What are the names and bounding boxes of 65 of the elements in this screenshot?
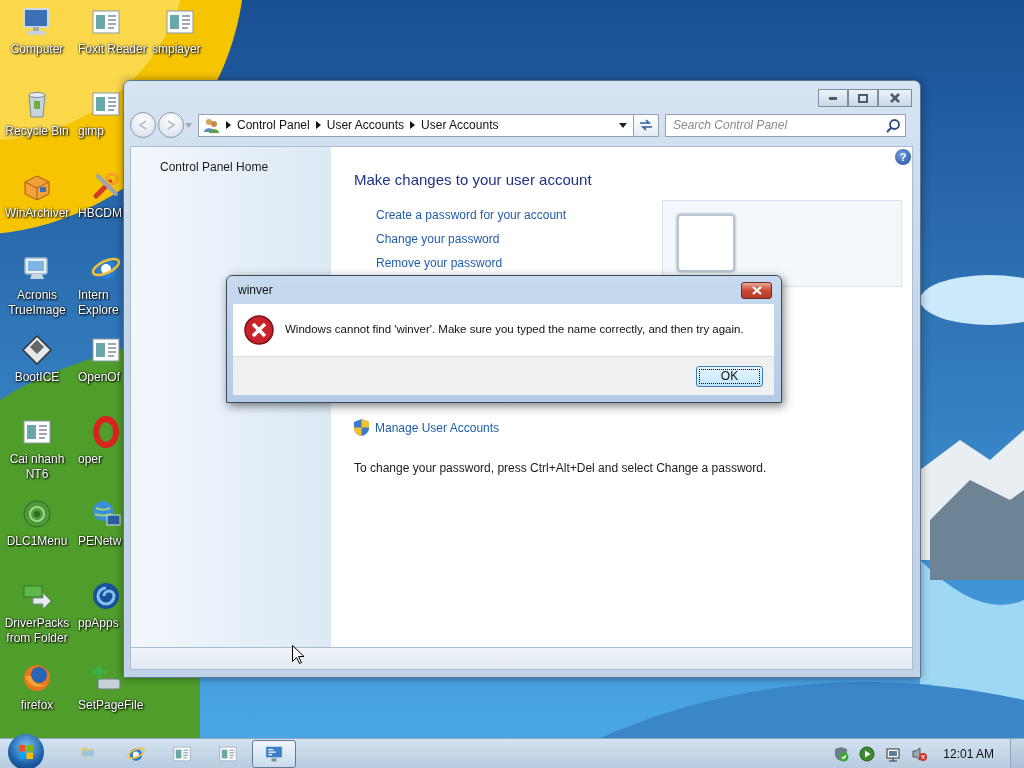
desktop-shortcut[interactable]: firefox — [20, 662, 54, 713]
maximize-icon — [858, 93, 868, 103]
ring-icon — [90, 416, 122, 448]
desktop-shortcut[interactable]: Intern Explore — [74, 252, 122, 318]
close-button[interactable] — [878, 89, 912, 107]
close-icon — [890, 93, 900, 103]
swirl-icon — [90, 580, 122, 612]
ok-button[interactable]: OK — [696, 365, 763, 387]
breadcrumb-item[interactable]: User Accounts — [326, 116, 405, 134]
document-icon — [218, 743, 238, 764]
instruction-text: To change your password, press Ctrl+Alt+Del and select Change a password. — [354, 459, 768, 477]
account-picture-frame — [677, 213, 735, 272]
disc-icon — [21, 498, 53, 530]
forward-button[interactable] — [158, 112, 184, 138]
address-bar[interactable]: Control Panel User Accounts User Accounts — [198, 113, 634, 137]
minimize-icon — [829, 96, 837, 100]
help-button[interactable]: ? — [895, 149, 911, 165]
monitor-icon — [264, 743, 284, 764]
chevron-icon — [226, 121, 231, 129]
refresh-icon — [638, 118, 654, 132]
page-heading: Make changes to your user account — [354, 170, 592, 190]
shield-icon — [354, 419, 369, 436]
manage-accounts-link[interactable]: Manage User Accounts — [375, 418, 500, 437]
task-link[interactable]: Change your password — [376, 231, 500, 246]
error-icon — [243, 314, 275, 346]
network-icon — [885, 745, 902, 762]
breadcrumb-item[interactable]: Control Panel — [237, 116, 310, 134]
speaker-muted-icon — [911, 745, 928, 762]
refresh-button[interactable] — [634, 113, 659, 137]
desktop-shortcut[interactable]: Acronis TrueImage — [8, 252, 66, 318]
maximize-button[interactable] — [848, 89, 878, 107]
desktop-shortcut[interactable]: DLC1Menu — [6, 498, 68, 549]
taskbar-button[interactable] — [252, 739, 296, 768]
back-button[interactable] — [130, 112, 156, 138]
flag-icon — [18, 743, 34, 760]
desktop-shortcut[interactable]: PENetw — [74, 498, 122, 549]
desktop-shortcut[interactable]: oper — [74, 416, 122, 467]
sidebar-link[interactable]: Control Panel Home — [160, 160, 269, 174]
breadcrumb-item[interactable]: User Accounts — [421, 116, 499, 134]
play-icon — [859, 745, 876, 762]
close-button[interactable] — [741, 281, 772, 299]
desktop-shortcut[interactable]: HBCDM — [74, 170, 122, 221]
error-message: Windows cannot find 'winver'. Make sure you typed the name correctly, and then try again. — [285, 322, 744, 338]
clock[interactable]: 12:01 AM — [943, 744, 994, 763]
desktop-shortcut[interactable]: SetPageFile — [74, 662, 144, 713]
search-icon — [885, 117, 901, 134]
fox-globe-icon — [21, 662, 53, 694]
desktop-shortcut[interactable]: OpenOf — [74, 334, 122, 385]
document-icon — [172, 743, 192, 764]
shield-check-icon — [833, 745, 850, 762]
caret-icon — [185, 122, 192, 128]
task-link[interactable]: Create a password for your account — [376, 207, 567, 222]
floppy-icon — [21, 334, 53, 366]
desktop-shortcut[interactable]: DriverPacks from Folder — [4, 580, 70, 646]
close-icon — [750, 285, 763, 295]
dialog-title: winver — [238, 282, 273, 299]
desktop-shortcut[interactable]: Cai nhanh NT6 — [9, 416, 65, 482]
users-icon — [203, 117, 220, 133]
dropdown-caret-icon — [619, 122, 627, 128]
chevron-icon — [410, 121, 416, 129]
task-link[interactable]: Remove your password — [376, 255, 503, 270]
desktop-shortcut[interactable]: ppApps — [74, 580, 122, 631]
minimize-button[interactable] — [818, 89, 848, 107]
chevron-icon — [315, 121, 321, 129]
search-field[interactable]: Search Control Panel — [665, 113, 906, 137]
